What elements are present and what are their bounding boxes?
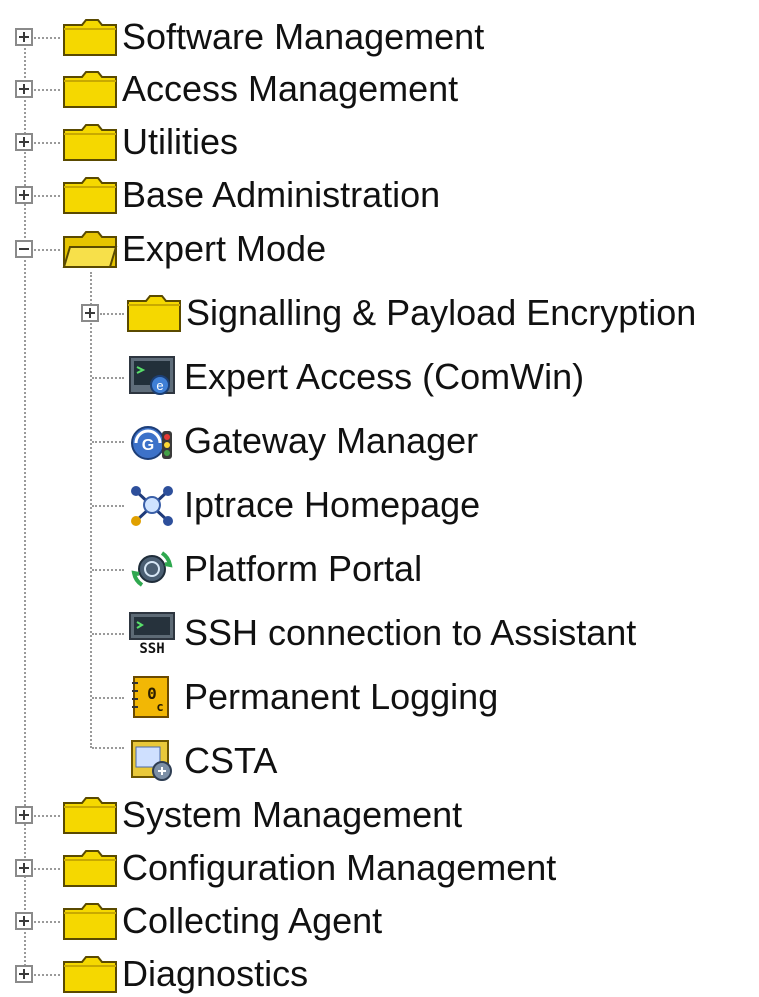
expand-toggle-software-management[interactable] <box>15 28 33 46</box>
navigation-tree: Software Management Access Management Ut… <box>0 0 759 997</box>
csta-app-icon <box>124 739 180 783</box>
tree-connector <box>34 142 60 144</box>
tree-node-platform-portal[interactable]: Platform Portal <box>124 546 422 592</box>
tree-connector-root <box>24 28 26 982</box>
tree-connector <box>92 377 124 379</box>
tree-node-system-management[interactable]: System Management <box>62 792 462 838</box>
tree-node-utilities[interactable]: Utilities <box>62 119 238 165</box>
tree-node-label: Expert Mode <box>122 228 327 269</box>
tree-node-label: SSH connection to Assistant <box>184 612 637 653</box>
tree-node-permanent-logging[interactable]: 0 c Permanent Logging <box>124 674 498 720</box>
tree-node-ssh-connection[interactable]: SSH SSH connection to Assistant <box>124 610 636 656</box>
folder-closed-icon <box>126 291 182 335</box>
network-trace-icon <box>124 483 180 527</box>
folder-closed-icon <box>62 67 118 111</box>
ssh-terminal-icon: SSH <box>124 611 180 655</box>
tree-node-label: Configuration Management <box>122 847 557 888</box>
tree-node-label: Diagnostics <box>122 953 309 994</box>
tree-connector <box>34 921 60 923</box>
tree-node-base-administration[interactable]: Base Administration <box>62 172 440 218</box>
tree-connector <box>34 868 60 870</box>
tree-node-software-management[interactable]: Software Management <box>62 14 484 60</box>
svg-text:0: 0 <box>147 684 157 703</box>
expand-toggle-system-management[interactable] <box>15 806 33 824</box>
tree-connector <box>34 815 60 817</box>
tree-node-label: Permanent Logging <box>184 676 499 717</box>
portal-sync-icon <box>124 547 180 591</box>
tree-node-label: Gateway Manager <box>184 420 479 461</box>
tree-connector <box>34 974 60 976</box>
tree-node-label: Signalling & Payload Encryption <box>186 292 697 333</box>
folder-closed-icon <box>62 173 118 217</box>
ssh-icon-text: SSH <box>139 641 164 655</box>
tree-connector <box>92 569 124 571</box>
log-book-icon: 0 c <box>124 675 180 719</box>
expand-toggle-diagnostics[interactable] <box>15 965 33 983</box>
gateway-manager-icon: G <box>124 419 180 463</box>
tree-connector <box>92 633 124 635</box>
tree-node-label: CSTA <box>184 740 278 781</box>
tree-node-expert-access-comwin[interactable]: e Expert Access (ComWin) <box>124 354 584 400</box>
expand-toggle-base-administration[interactable] <box>15 186 33 204</box>
expand-toggle-collecting-agent[interactable] <box>15 912 33 930</box>
tree-node-access-management[interactable]: Access Management <box>62 66 458 112</box>
folder-open-icon <box>62 227 118 271</box>
tree-node-label: System Management <box>122 794 463 835</box>
svg-text:G: G <box>142 437 154 454</box>
tree-connector <box>92 697 124 699</box>
tree-connector <box>92 505 124 507</box>
tree-node-diagnostics[interactable]: Diagnostics <box>62 951 308 997</box>
tree-node-label: Collecting Agent <box>122 900 383 941</box>
svg-text:c: c <box>156 700 163 714</box>
folder-closed-icon <box>62 15 118 59</box>
folder-closed-icon <box>62 952 118 996</box>
tree-connector <box>92 441 124 443</box>
expand-toggle-utilities[interactable] <box>15 133 33 151</box>
tree-node-collecting-agent[interactable]: Collecting Agent <box>62 898 382 944</box>
tree-node-gateway-manager[interactable]: G Gateway Manager <box>124 418 478 464</box>
folder-closed-icon <box>62 846 118 890</box>
svg-text:e: e <box>156 378 163 393</box>
tree-node-label: Base Administration <box>122 174 441 215</box>
tree-node-signalling-payload-encryption[interactable]: Signalling & Payload Encryption <box>126 290 696 336</box>
tree-node-configuration-management[interactable]: Configuration Management <box>62 845 556 891</box>
folder-closed-icon <box>62 899 118 943</box>
tree-node-label: Expert Access (ComWin) <box>184 356 585 397</box>
expand-toggle-access-management[interactable] <box>15 80 33 98</box>
tree-connector <box>100 313 124 315</box>
tree-node-label: Software Management <box>122 16 485 57</box>
tree-connector <box>34 89 60 91</box>
terminal-window-icon: e <box>124 355 180 399</box>
tree-node-label: Utilities <box>122 121 239 162</box>
tree-connector <box>34 37 60 39</box>
expand-toggle-signalling-payload-encryption[interactable] <box>81 304 99 322</box>
collapse-toggle-expert-mode[interactable] <box>15 240 33 258</box>
tree-node-csta[interactable]: CSTA <box>124 738 277 784</box>
tree-node-expert-mode[interactable]: Expert Mode <box>62 226 326 272</box>
tree-node-label: Platform Portal <box>184 548 423 589</box>
tree-node-iptrace-homepage[interactable]: Iptrace Homepage <box>124 482 480 528</box>
tree-connector <box>34 249 60 251</box>
tree-node-label: Access Management <box>122 68 459 109</box>
tree-connector-expert <box>90 272 92 748</box>
folder-closed-icon <box>62 793 118 837</box>
expand-toggle-configuration-management[interactable] <box>15 859 33 877</box>
tree-connector <box>34 195 60 197</box>
tree-node-label: Iptrace Homepage <box>184 484 481 525</box>
folder-closed-icon <box>62 120 118 164</box>
tree-connector <box>92 747 124 749</box>
